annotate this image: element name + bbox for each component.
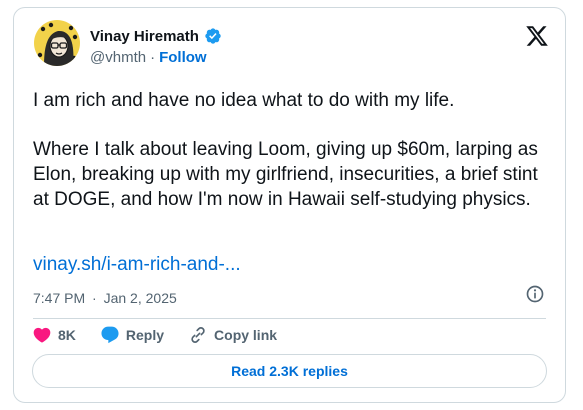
- tweet-paragraph: I am rich and have no idea what to do wi…: [33, 90, 455, 111]
- reply-button[interactable]: Reply: [100, 325, 164, 345]
- divider: [33, 318, 546, 319]
- author-name-row: Vinay Hiremath: [90, 27, 222, 45]
- copy-link-label: Copy link: [214, 327, 278, 343]
- like-button[interactable]: 8K: [32, 325, 76, 345]
- tweet-card: Vinay Hiremath @vhmth · Follow I am rich…: [13, 7, 566, 403]
- tweet-time: 7:47 PM: [33, 290, 86, 306]
- read-replies-button[interactable]: Read 2.3K replies: [32, 354, 547, 388]
- tweet-actions: 8K Reply Copy link: [32, 323, 301, 347]
- speech-bubble-icon: [101, 326, 119, 344]
- author-name[interactable]: Vinay Hiremath: [90, 28, 199, 45]
- info-icon[interactable]: [525, 284, 545, 304]
- tweet-paragraph: Where I talk about leaving Loom, giving …: [33, 139, 538, 210]
- avatar[interactable]: [34, 20, 80, 66]
- tweet-date: Jan 2, 2025: [103, 290, 177, 306]
- author-handle[interactable]: @vhmth: [90, 49, 146, 66]
- verified-badge-icon: [205, 28, 221, 44]
- link-icon: [191, 327, 205, 343]
- tweet-link[interactable]: vinay.sh/i-am-rich-and-...: [33, 254, 241, 276]
- like-count: 8K: [58, 327, 76, 343]
- copy-link-button[interactable]: Copy link: [188, 325, 277, 345]
- tweet-timestamp[interactable]: 7:47 PM · Jan 2, 2025: [33, 290, 177, 306]
- x-logo-icon[interactable]: [525, 24, 549, 48]
- tweet-text: I am rich and have no idea what to do wi…: [33, 88, 553, 236]
- handle-separator: ·: [150, 49, 156, 66]
- avatar-image: [34, 20, 80, 66]
- heart-icon: [33, 327, 51, 343]
- time-separator: ·: [92, 290, 97, 306]
- reply-label: Reply: [125, 327, 165, 343]
- follow-button[interactable]: Follow: [159, 49, 207, 66]
- author-handle-row: @vhmth · Follow: [90, 49, 207, 66]
